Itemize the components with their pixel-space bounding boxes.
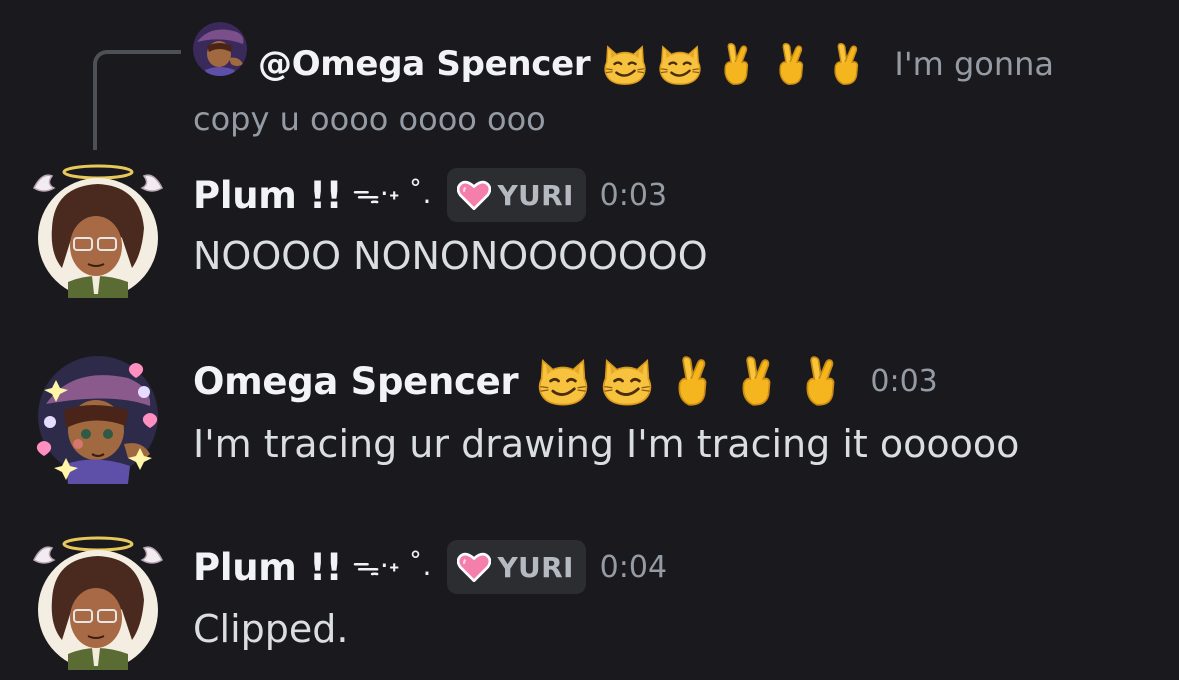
message-timestamp[interactable]: 0:04	[600, 550, 667, 585]
smirk-cat-emoji-icon	[602, 41, 648, 87]
smirk-cat-emoji-icon	[657, 41, 703, 87]
crossed-fingers-emoji-icon	[792, 354, 846, 408]
message-header: Omega Spencer 0:03	[193, 352, 938, 410]
plum-avatar[interactable]	[32, 530, 164, 670]
smirk-cat-emoji-icon	[536, 354, 590, 408]
message-header: Plum !! ᯓ·˖ ˚. YURI 0:03	[193, 166, 667, 224]
author-name[interactable]: Plum !!	[193, 174, 343, 217]
role-tag[interactable]: YURI	[447, 540, 586, 594]
author-emojis	[536, 354, 846, 408]
reply-author-avatar[interactable]	[193, 22, 247, 76]
crossed-fingers-emoji-icon	[712, 41, 758, 87]
author-name-decoration: ᯓ·˖ ˚.	[352, 177, 432, 210]
heart-icon	[457, 180, 491, 210]
plum-avatar[interactable]	[32, 158, 164, 298]
author-name[interactable]: Omega Spencer	[193, 360, 519, 403]
omega-avatar[interactable]	[32, 344, 164, 484]
crossed-fingers-emoji-icon	[767, 41, 813, 87]
reply-preview-text: I'm gonna	[894, 45, 1055, 83]
message-header: Plum !! ᯓ·˖ ˚. YURI 0:04	[193, 538, 667, 596]
reply-author-emojis	[602, 41, 868, 87]
reply-preview-text-cont: copy u oooo oooo ooo	[193, 100, 546, 138]
message-timestamp[interactable]: 0:03	[870, 364, 937, 399]
message-text: I'm tracing ur drawing I'm tracing it oo…	[193, 422, 1020, 466]
author-name-decoration: ᯓ·˖ ˚.	[352, 549, 432, 582]
reply-preview[interactable]: @Omega Spencer I'm gonna	[258, 38, 1054, 90]
message-text: NOOOO NONONOOOOOOO	[193, 234, 708, 278]
role-tag[interactable]: YURI	[447, 168, 586, 222]
message-timestamp[interactable]: 0:03	[600, 178, 667, 213]
crossed-fingers-emoji-icon	[728, 354, 782, 408]
reply-author-name[interactable]: @Omega Spencer	[258, 44, 591, 84]
message-text: Clipped.	[193, 607, 349, 651]
heart-icon	[457, 552, 491, 582]
smirk-cat-emoji-icon	[600, 354, 654, 408]
role-tag-label: YURI	[497, 550, 574, 584]
reply-spine	[93, 50, 181, 150]
crossed-fingers-emoji-icon	[822, 41, 868, 87]
author-name[interactable]: Plum !!	[193, 546, 343, 589]
crossed-fingers-emoji-icon	[664, 354, 718, 408]
role-tag-label: YURI	[497, 178, 574, 212]
